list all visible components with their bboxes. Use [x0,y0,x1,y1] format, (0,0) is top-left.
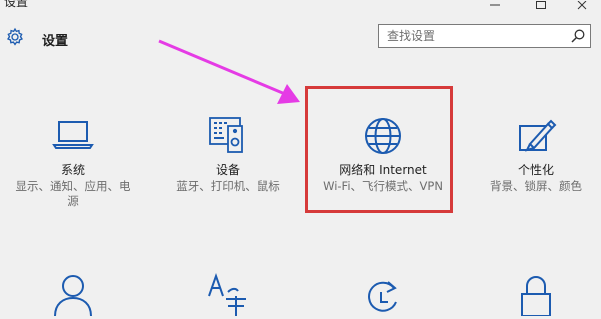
privacy-icon[interactable] [514,272,558,316]
close-button[interactable] [565,0,601,14]
tile-devices[interactable]: 设备 蓝牙、打印机、鼠标 [158,104,298,214]
highlight-box [305,86,453,213]
close-icon [577,1,587,10]
time-language-icon[interactable] [206,272,250,316]
maximize-button[interactable] [523,0,559,14]
accounts-icon[interactable] [51,272,95,316]
minimize-button[interactable] [477,0,513,14]
tile-system[interactable]: 系统 显示、通知、应用、电源 [3,104,143,214]
search-icon[interactable] [570,28,586,44]
update-icon[interactable] [360,272,404,316]
tile-devices-title: 设备 [215,163,240,177]
devices-icon [209,117,243,153]
gear-icon [7,27,23,46]
search-box[interactable] [378,24,591,48]
tile-personalization-desc: 背景、锁屏、颜色 [490,179,582,193]
personalization-icon [519,119,557,152]
page-title: 设置 [42,34,69,49]
minimize-icon [490,4,500,6]
search-input[interactable] [379,25,564,47]
laptop-icon [52,121,94,149]
maximize-icon [536,1,546,9]
tile-devices-desc: 蓝牙、打印机、鼠标 [176,179,280,193]
tile-personalization[interactable]: 个性化 背景、锁屏、颜色 [466,104,601,214]
tile-personalization-title: 个性化 [517,163,554,177]
window-title: 设置 [4,0,29,9]
tile-system-desc: 显示、通知、应用、电源 [15,179,131,208]
tile-system-title: 系统 [60,163,85,177]
